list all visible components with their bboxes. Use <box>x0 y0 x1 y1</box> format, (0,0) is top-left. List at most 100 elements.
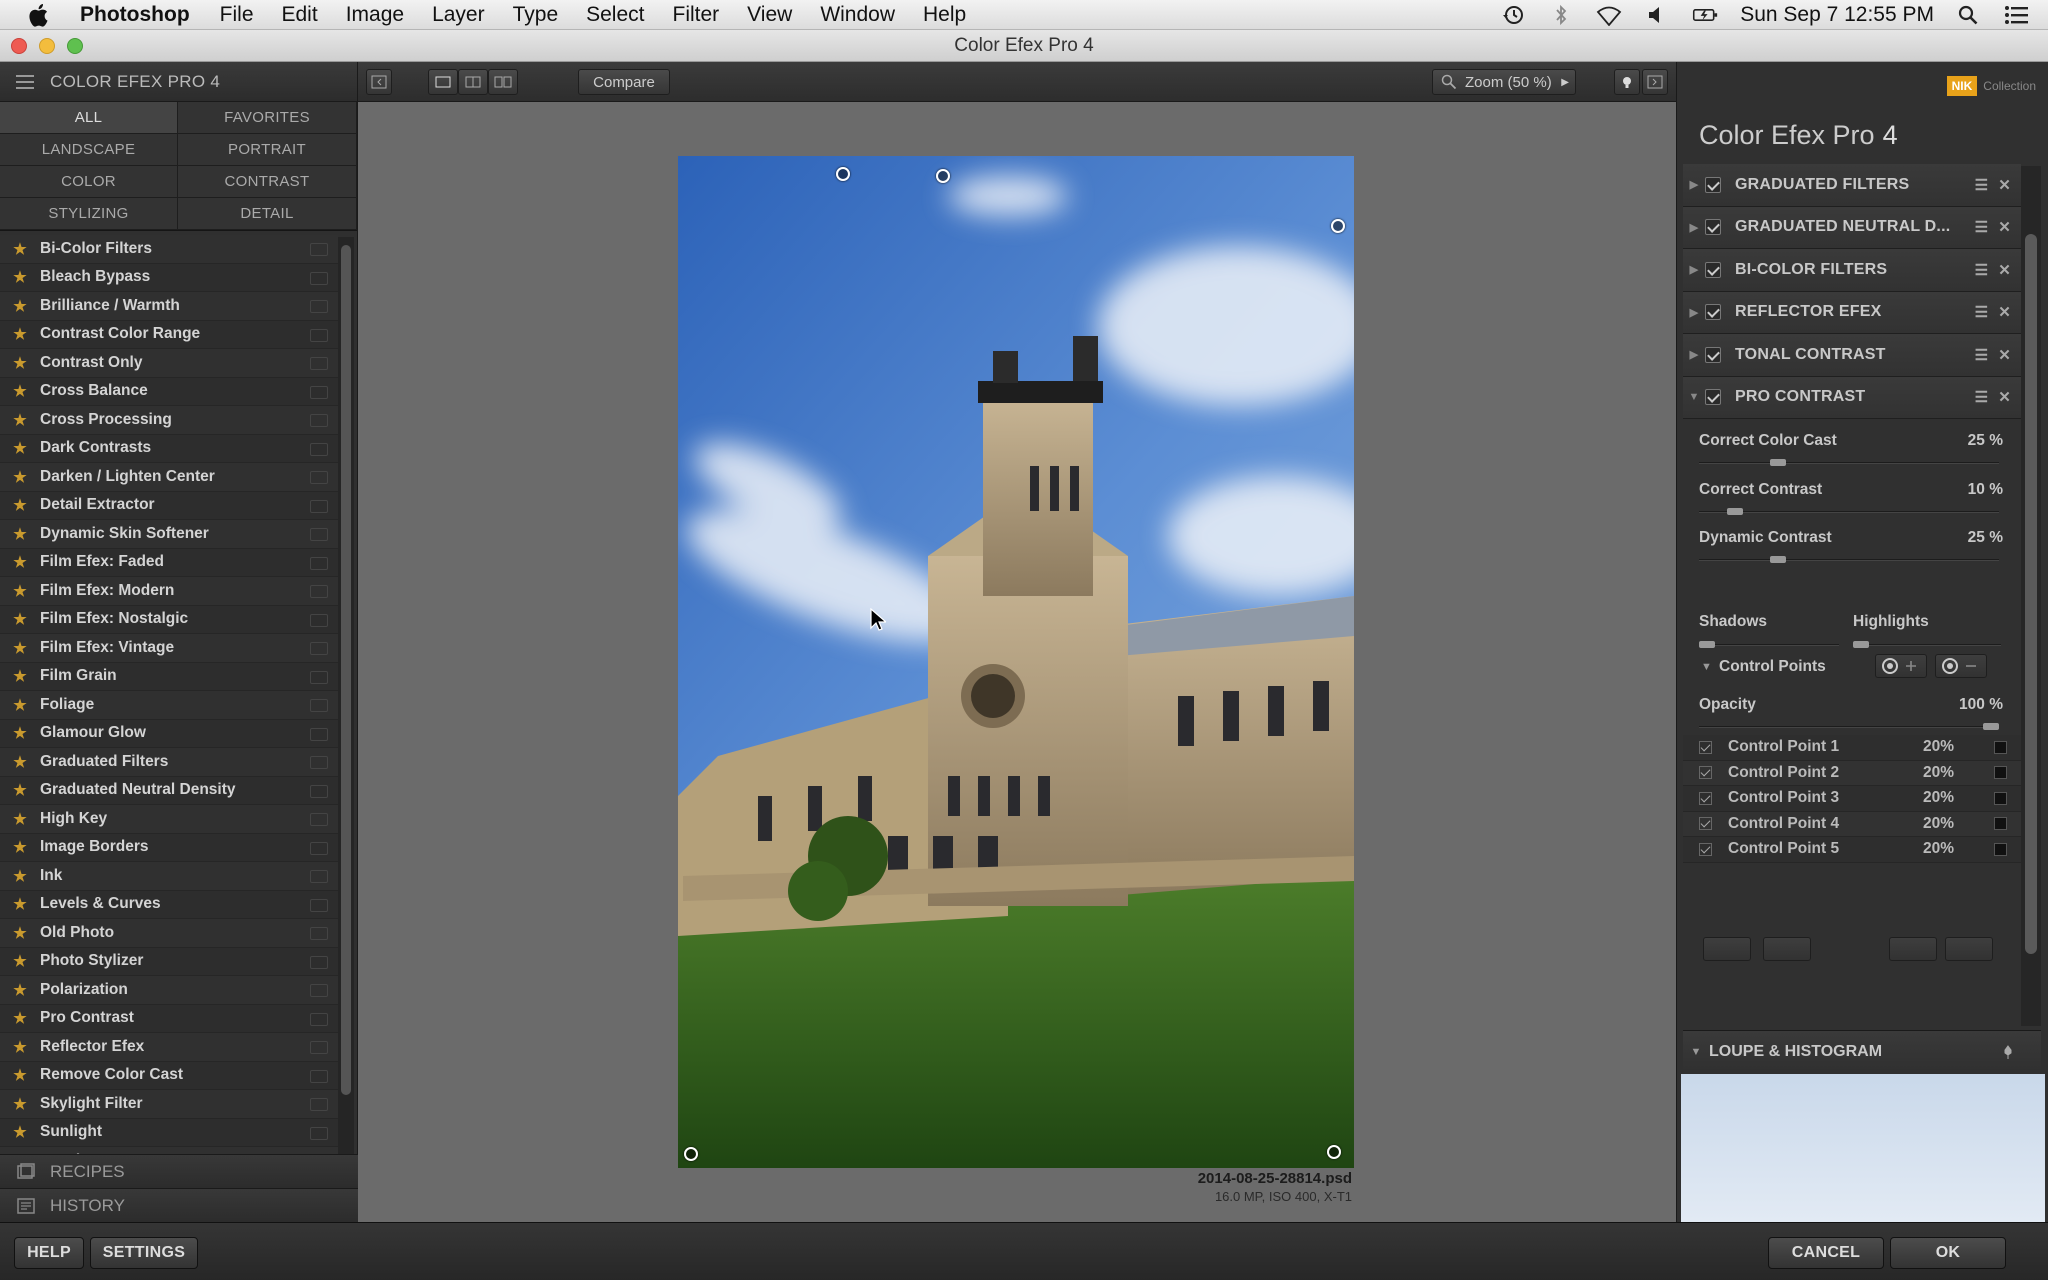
favorite-star-icon[interactable]: ★ <box>0 382 40 400</box>
filter-menu-icon[interactable]: ☰ <box>1975 303 1989 321</box>
correct-contrast-slider[interactable] <box>1699 508 1999 515</box>
control-point-checkbox[interactable] <box>1699 740 1712 754</box>
bluetooth-icon[interactable] <box>1548 4 1574 26</box>
app-menu[interactable]: Photoshop <box>80 3 190 27</box>
filter-item[interactable]: ★ Image Borders <box>0 833 338 862</box>
collapsed-arrow-icon[interactable]: ▶ <box>1683 348 1705 361</box>
hide-left-panel-button[interactable] <box>366 69 392 95</box>
add-filter-icon[interactable] <box>310 556 328 570</box>
filter-item[interactable]: ★ Contrast Color Range <box>0 320 338 349</box>
filter-menu-icon[interactable]: ☰ <box>1975 346 1989 364</box>
filter-item[interactable]: ★ Sunlight <box>0 1118 338 1147</box>
shadows-thumb[interactable] <box>1699 641 1715 648</box>
control-point-row[interactable]: Control Point 1 20% <box>1683 735 2021 761</box>
filter-item[interactable]: ★ Film Efex: Vintage <box>0 634 338 663</box>
add-filter-icon[interactable] <box>310 955 328 969</box>
remove-filter-icon[interactable]: ✕ <box>1998 261 2011 279</box>
favorite-star-icon[interactable]: ★ <box>0 525 40 543</box>
category-favorites[interactable]: FAVORITES <box>178 102 357 134</box>
control-point-row[interactable]: Control Point 4 20% <box>1683 811 2021 837</box>
category-contrast[interactable]: CONTRAST <box>178 166 357 198</box>
filter-stack-item[interactable]: ▶ REFLECTOR EFEX ☰ ✕ <box>1683 291 2021 334</box>
cancel-button[interactable]: CANCEL <box>1768 1237 1884 1269</box>
filter-stack-item[interactable]: ▶ GRADUATED FILTERS ☰ ✕ <box>1683 164 2021 207</box>
loupe-histogram-header[interactable]: ▼ LOUPE & HISTOGRAM <box>1683 1030 2041 1072</box>
control-point-mask-toggle[interactable] <box>1994 842 2007 856</box>
add-filter-icon[interactable] <box>310 1012 328 1026</box>
volume-icon[interactable] <box>1644 4 1670 26</box>
control-points-expand-icon[interactable]: ▼ <box>1701 661 1712 673</box>
apple-icon[interactable] <box>0 2 80 28</box>
add-filter-icon[interactable] <box>310 471 328 484</box>
favorite-star-icon[interactable]: ★ <box>0 981 40 999</box>
favorite-star-icon[interactable]: ★ <box>0 696 40 714</box>
background-light-button[interactable] <box>1614 69 1640 95</box>
filter-enable-checkbox[interactable] <box>1705 176 1721 193</box>
filter-stack-item[interactable]: ▶ TONAL CONTRAST ☰ ✕ <box>1683 334 2021 377</box>
group-control-points-button[interactable] <box>1703 937 1751 961</box>
opacity-thumb[interactable] <box>1983 723 1999 730</box>
duplicate-control-point-button[interactable] <box>1889 937 1937 961</box>
add-filter-icon[interactable] <box>310 442 328 456</box>
add-filter-icon[interactable] <box>310 813 328 826</box>
filter-item[interactable]: ★ Cross Processing <box>0 406 338 435</box>
history-section[interactable]: HISTORY <box>0 1188 358 1222</box>
filter-item[interactable]: ★ Cross Balance <box>0 377 338 406</box>
highlights-slider[interactable] <box>1853 641 2001 648</box>
remove-filter-icon[interactable]: ✕ <box>1998 346 2011 364</box>
add-filter-icon[interactable] <box>310 1041 328 1054</box>
add-filter-icon[interactable] <box>310 414 328 427</box>
favorite-star-icon[interactable]: ★ <box>0 297 40 315</box>
filter-item[interactable]: ★ Ink <box>0 862 338 891</box>
category-stylizing[interactable]: STYLIZING <box>0 198 178 230</box>
category-detail[interactable]: DETAIL <box>178 198 357 230</box>
control-points-label[interactable]: Control Points <box>1719 658 1826 676</box>
filter-item[interactable]: ★ High Key <box>0 805 338 834</box>
control-point-marker-1[interactable] <box>836 167 850 181</box>
collapsed-arrow-icon[interactable]: ▶ <box>1683 178 1705 191</box>
add-filter-icon[interactable] <box>310 984 328 997</box>
favorite-star-icon[interactable]: ★ <box>0 496 40 514</box>
hide-right-panel-button[interactable] <box>1642 69 1668 95</box>
filter-item[interactable]: ★ Levels & Curves <box>0 890 338 919</box>
correct-color-cast-thumb[interactable] <box>1770 459 1786 466</box>
add-filter-icon[interactable] <box>310 927 328 940</box>
filter-item[interactable]: ★ Reflector Efex <box>0 1033 338 1062</box>
filter-enable-checkbox[interactable] <box>1705 261 1721 278</box>
favorite-star-icon[interactable]: ★ <box>0 952 40 970</box>
add-filter-icon[interactable] <box>310 328 328 342</box>
favorite-star-icon[interactable]: ★ <box>0 553 40 571</box>
filter-enable-checkbox[interactable] <box>1705 346 1721 363</box>
control-point-marker-2[interactable] <box>936 169 950 183</box>
control-point-checkbox[interactable] <box>1699 842 1712 856</box>
add-filter-icon[interactable] <box>310 528 328 541</box>
control-point-mask-toggle[interactable] <box>1994 791 2007 805</box>
menu-help[interactable]: Help <box>923 3 966 27</box>
filter-item[interactable]: ★ Graduated Filters <box>0 748 338 777</box>
add-filter-icon[interactable] <box>310 699 328 712</box>
favorite-star-icon[interactable]: ★ <box>0 867 40 885</box>
zoom-control[interactable]: Zoom (50 %) ▶ <box>1432 69 1576 95</box>
favorite-star-icon[interactable]: ★ <box>0 781 40 799</box>
favorite-star-icon[interactable]: ★ <box>0 354 40 372</box>
favorite-star-icon[interactable]: ★ <box>0 240 40 258</box>
filter-stack-item[interactable]: ▶ BI-COLOR FILTERS ☰ ✕ <box>1683 249 2021 292</box>
filter-item[interactable]: ★ Photo Stylizer <box>0 947 338 976</box>
dynamic-contrast-slider[interactable] <box>1699 556 1999 563</box>
notification-center-icon[interactable] <box>2004 4 2030 26</box>
control-point-checkbox[interactable] <box>1699 766 1712 780</box>
pin-icon[interactable] <box>2001 1044 2015 1059</box>
category-landscape[interactable]: LANDSCAPE <box>0 134 178 166</box>
add-filter-icon[interactable] <box>310 271 328 285</box>
control-point-marker-5[interactable] <box>1327 1145 1341 1159</box>
spotlight-search-icon[interactable] <box>1956 4 1982 26</box>
ok-button[interactable]: OK <box>1890 1237 2006 1269</box>
control-point-mask-toggle[interactable] <box>1994 740 2007 754</box>
help-button[interactable]: HELP <box>14 1237 84 1269</box>
single-view-button[interactable] <box>428 69 458 95</box>
filter-menu-icon[interactable]: ☰ <box>1975 261 1989 279</box>
highlights-thumb[interactable] <box>1853 641 1869 648</box>
category-all[interactable]: ALL <box>0 102 178 134</box>
filter-list-scrollbar[interactable] <box>338 237 354 1212</box>
filter-item[interactable]: ★ Glamour Glow <box>0 719 338 748</box>
